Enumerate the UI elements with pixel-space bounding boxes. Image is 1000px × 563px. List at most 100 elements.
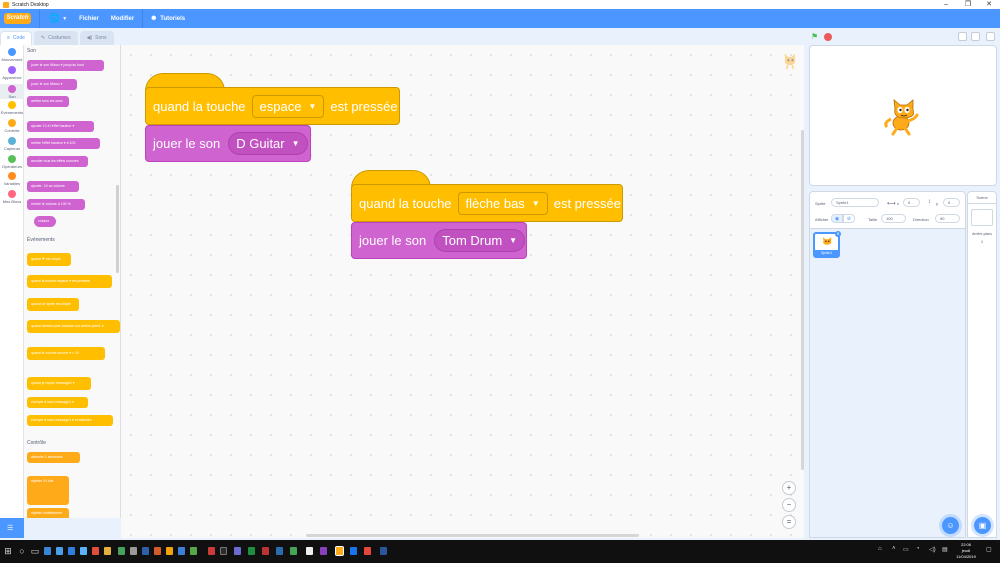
zoom-reset-button[interactable]: = — [782, 515, 796, 529]
zoom-in-button[interactable]: + — [782, 481, 796, 495]
windows-start-icon[interactable]: ⊞ — [3, 545, 13, 557]
taskbar-app-icon[interactable] — [118, 547, 125, 555]
search-icon[interactable]: ○ — [17, 545, 27, 557]
close-window-button[interactable]: ✕ — [980, 0, 998, 9]
network-icon[interactable]: ◔ — [916, 546, 920, 552]
sprite-name-field[interactable]: Sprite1 — [831, 198, 879, 207]
key-dropdown[interactable]: espace ▼ — [251, 94, 325, 118]
size-field[interactable]: 100 — [881, 214, 906, 223]
small-stage-icon[interactable] — [958, 32, 967, 41]
edit-menu[interactable]: Modifier — [111, 16, 134, 22]
taskbar-app-icon[interactable] — [154, 547, 161, 555]
palette-block[interactable]: annuler tous les effets sonores — [27, 156, 88, 167]
palette-block[interactable]: arrêter tous les sons — [27, 96, 69, 107]
key-pressed-hat-block[interactable]: quand la touche espace ▼ est pressée — [145, 87, 400, 125]
taskbar-app-icon[interactable] — [234, 547, 241, 555]
tab-costumes[interactable]: ✎ Costumes — [33, 31, 78, 45]
taskbar-app-icon[interactable] — [92, 547, 99, 555]
category-variables[interactable]: Variables — [0, 172, 24, 186]
play-sound-block[interactable]: jouer le son Tom Drum ▼ — [351, 222, 527, 259]
tutorials-menu[interactable]: Tutoriels — [160, 16, 185, 22]
tab-sounds[interactable]: ◀) Sons — [79, 31, 114, 45]
tutorials-icon[interactable]: ✺ — [151, 15, 156, 22]
scratch-logo[interactable]: Scratch — [4, 13, 31, 24]
y-field[interactable]: 0 — [943, 198, 960, 207]
palette-block[interactable]: jouer le son Miaou ▾ jusqu'au bout — [27, 60, 104, 71]
category-sound[interactable]: Son — [0, 84, 24, 99]
taskbar-clock[interactable]: 22:06 jeudi 11/04/2019 — [952, 542, 980, 560]
palette-block[interactable]: répéter indéfiniment — [27, 508, 69, 518]
category-operators[interactable]: Opérateurs — [0, 155, 24, 169]
hide-button[interactable]: ⊘ — [843, 214, 855, 223]
taskbar-app-icon[interactable] — [220, 547, 227, 555]
play-sound-block[interactable]: jouer le son D Guitar ▼ — [145, 125, 311, 162]
sprite-thumbnail[interactable]: ✕ Sprite1 — [813, 231, 841, 258]
code-vertical-scrollbar[interactable] — [801, 130, 804, 470]
globe-icon[interactable]: 🌐 — [49, 13, 60, 24]
word-taskbar-icon[interactable] — [380, 547, 387, 555]
palette-reporter[interactable]: volume — [34, 216, 56, 227]
palette-block[interactable]: quand ⚑ est cliqué — [27, 253, 71, 266]
volume-icon[interactable]: ◁) — [929, 546, 936, 553]
taskbar-app-icon[interactable] — [80, 547, 87, 555]
taskbar-app-icon[interactable] — [56, 547, 63, 555]
category-events[interactable]: Événements — [0, 101, 24, 115]
category-looks[interactable]: Apparence — [0, 66, 24, 80]
zoom-out-button[interactable]: − — [782, 498, 796, 512]
x-field[interactable]: 0 — [903, 198, 920, 207]
palette-block[interactable]: mettre le volume à 100 % — [27, 199, 85, 210]
palette-block[interactable]: attendre 1 secondes — [27, 452, 80, 463]
category-my-blocks[interactable]: Mes Blocs — [0, 190, 24, 204]
category-control[interactable]: Contrôle — [0, 119, 24, 133]
palette-block[interactable]: quand le volume sonore ▾ > 10 — [27, 347, 105, 360]
taskbar-app-icon[interactable] — [364, 547, 371, 555]
delete-sprite-icon[interactable]: ✕ — [835, 231, 841, 237]
key-pressed-hat-block[interactable]: quand la touche flèche bas ▼ est pressée — [351, 184, 623, 222]
battery-icon[interactable]: ▭ — [903, 546, 909, 553]
palette-scrollbar[interactable] — [116, 185, 119, 273]
taskbar-app-icon[interactable] — [276, 547, 283, 555]
chevron-up-icon[interactable]: ˄ — [892, 546, 896, 552]
palette-block[interactable]: quand l'arrière-plan bascule sur arrière… — [27, 320, 120, 333]
taskbar-app-icon[interactable] — [320, 547, 327, 555]
palette-block[interactable]: envoyer à tous message1 ▾ — [27, 397, 88, 408]
palette-block[interactable]: quand la touche espace ▾ est pressée — [27, 275, 112, 288]
palette-block[interactable]: ajouter 10 à l'effet hauteur ▾ — [27, 121, 94, 132]
direction-field[interactable]: 90 — [935, 214, 960, 223]
taskbar-app-icon[interactable] — [350, 547, 357, 555]
palette-block[interactable]: ajouter -10 au volume — [27, 181, 79, 192]
maximize-button[interactable]: ❐ — [959, 0, 977, 9]
palette-block[interactable]: répéter 10 fois — [27, 476, 69, 505]
taskbar-app-icon[interactable] — [44, 547, 51, 555]
chevron-down-icon[interactable]: ▼ — [62, 16, 67, 22]
sound-dropdown[interactable]: D Guitar ▼ — [228, 132, 308, 155]
stop-icon[interactable] — [824, 33, 832, 41]
palette-block[interactable]: quand ce sprite est cliqué — [27, 298, 79, 311]
taskbar-app-icon[interactable] — [262, 547, 269, 555]
stage-selector-pane[interactable]: Scène Arrière-plans 1 — [967, 191, 997, 538]
taskbar-app-icon[interactable] — [190, 547, 197, 555]
taskbar-app-icon[interactable] — [290, 547, 297, 555]
taskbar-app-icon[interactable] — [68, 547, 75, 555]
palette-block[interactable]: jouer le son Miaou ▾ — [27, 79, 77, 90]
green-flag-icon[interactable]: ⚑ — [811, 32, 818, 41]
scratch-taskbar-icon[interactable] — [335, 546, 344, 556]
taskbar-app-icon[interactable] — [306, 547, 313, 555]
taskbar-app-icon[interactable] — [104, 547, 111, 555]
fullscreen-icon[interactable] — [986, 32, 995, 41]
taskbar-app-icon[interactable] — [178, 547, 185, 555]
key-dropdown[interactable]: flèche bas ▼ — [457, 191, 548, 215]
taskbar-app-icon[interactable] — [248, 547, 255, 555]
code-horizontal-scrollbar[interactable] — [306, 534, 639, 537]
notifications-icon[interactable]: ▢ — [986, 546, 992, 553]
taskbar-app-icon[interactable] — [130, 547, 137, 555]
category-motion[interactable]: Mouvement — [0, 48, 24, 62]
choose-sprite-button[interactable]: ☺ — [942, 517, 959, 534]
tab-code[interactable]: ≡ Code — [0, 31, 32, 45]
large-stage-icon[interactable] — [971, 32, 980, 41]
sound-dropdown[interactable]: Tom Drum ▼ — [434, 229, 526, 252]
stage-thumbnail[interactable] — [971, 209, 993, 226]
show-visible-button[interactable]: ◉ — [831, 214, 843, 223]
file-menu[interactable]: Fichier — [79, 16, 99, 22]
cat-sprite[interactable] — [883, 97, 923, 137]
